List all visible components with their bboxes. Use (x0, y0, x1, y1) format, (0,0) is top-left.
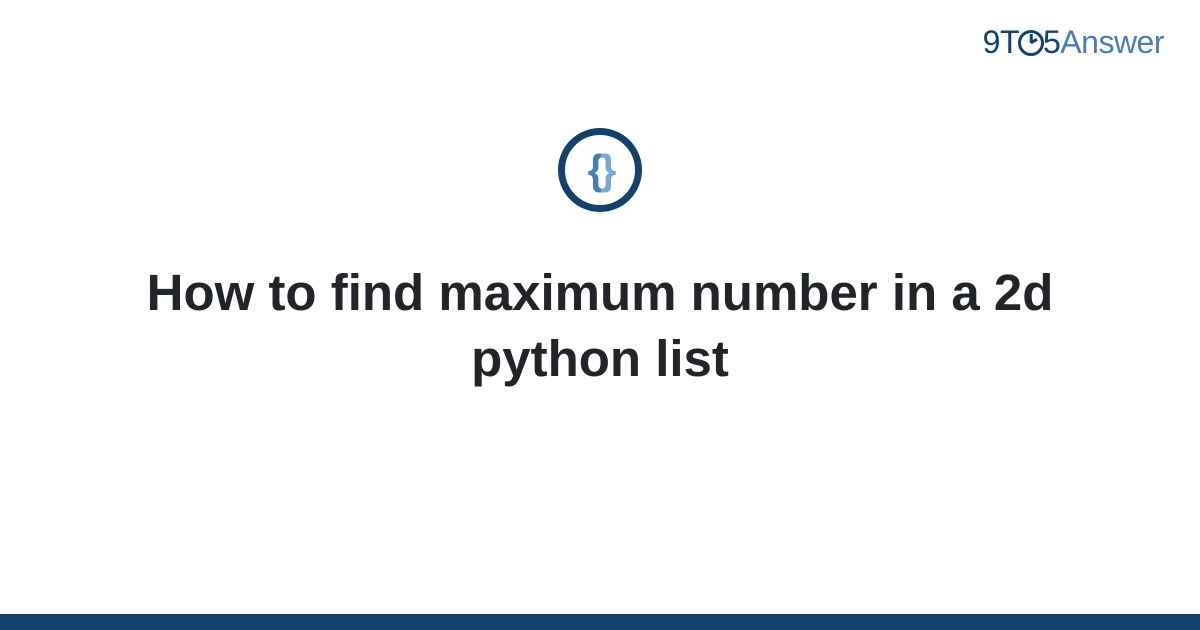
brand-suffix: 5 (1043, 24, 1060, 60)
clock-icon (1018, 30, 1044, 56)
code-braces-icon: {} (558, 128, 642, 212)
brand-logo: 9T 5Answer (983, 24, 1164, 61)
main-content: {} How to find maximum number in a 2d py… (0, 128, 1200, 393)
brand-word: Answer (1060, 24, 1164, 60)
left-brace: { (588, 146, 600, 193)
right-brace: } (600, 146, 612, 193)
footer-accent-bar (0, 614, 1200, 630)
page-title: How to find maximum number in a 2d pytho… (0, 260, 1200, 393)
brand-prefix: 9T (983, 24, 1019, 60)
braces-glyph: {} (588, 149, 613, 191)
